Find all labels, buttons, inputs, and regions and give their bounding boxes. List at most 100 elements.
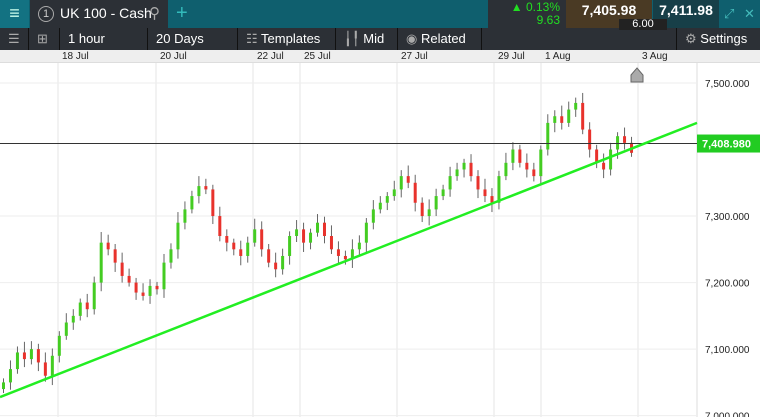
candle-body	[218, 216, 222, 237]
date-tick: 22 Jul	[257, 51, 284, 62]
candle-body	[434, 196, 438, 210]
date-axis: 18 Jul 20 Jul 22 Jul 25 Jul 27 Jul 29 Jul 1 Au…	[0, 50, 760, 63]
candle-body	[120, 262, 124, 276]
candle-body	[567, 109, 571, 123]
date-tick: 18 Jul	[62, 51, 89, 62]
candle-body	[239, 249, 243, 256]
scroll-marker-icon	[630, 67, 644, 83]
candles-icon: ╽╿	[344, 31, 360, 46]
related-button[interactable]: ◉ Related	[398, 28, 482, 50]
candle-body	[406, 176, 410, 183]
candle-body	[106, 242, 110, 250]
candle-body	[134, 282, 138, 293]
price-chart[interactable]: 7,500.000 7,300.000 7,200.000 7,100.000 7,00…	[0, 63, 760, 417]
candle-body	[85, 302, 89, 310]
close-icon[interactable]: ✕	[744, 6, 755, 21]
candle-body	[329, 236, 333, 250]
candle-body	[64, 322, 68, 336]
candle-body	[162, 262, 166, 290]
candle-body	[553, 116, 557, 123]
candle-body	[302, 229, 306, 243]
search-icon[interactable]: ⚲	[149, 0, 160, 27]
candle-body	[357, 242, 361, 250]
candle-body	[602, 162, 606, 170]
candle-body	[490, 196, 494, 203]
settings-label: Settings	[700, 31, 748, 46]
trendline	[0, 121, 698, 399]
candle-body	[413, 182, 417, 203]
price-tick: 7,100.000	[705, 345, 750, 356]
top-bar: ≡ 1 UK 100 - Cash ⚲ + ▲ 0.13% 9.63 7,405.9…	[0, 0, 760, 30]
candle-body	[469, 162, 473, 177]
layout-icon[interactable]: ⊞	[29, 28, 60, 50]
candle-body	[141, 292, 145, 296]
candle-body	[309, 232, 313, 243]
price-type-button[interactable]: ╽╿ Mid	[336, 28, 398, 50]
price-tick: 7,500.000	[705, 79, 750, 90]
candle-body	[43, 362, 47, 376]
candle-body	[190, 196, 194, 210]
candle-body	[15, 352, 19, 370]
candle-body	[148, 285, 152, 296]
candle-body	[267, 249, 271, 263]
candle-body	[246, 242, 250, 256]
tab-title: UK 100 - Cash	[60, 5, 152, 21]
candle-body	[113, 249, 117, 263]
candle-body	[78, 302, 82, 316]
sliders-icon: ☷	[246, 31, 258, 46]
candle-body	[29, 349, 33, 360]
candle-body	[483, 189, 487, 197]
candle-body	[232, 242, 236, 250]
candle-body	[525, 162, 529, 170]
candle-body	[504, 162, 508, 177]
date-tick: 25 Jul	[304, 51, 331, 62]
date-tick: 3 Aug	[642, 51, 668, 62]
candle-body	[448, 176, 452, 190]
hamburger-icon[interactable]: ≡	[0, 0, 29, 28]
current-price-label: 7,408.980	[702, 139, 751, 151]
date-tick: 29 Jul	[498, 51, 525, 62]
candle-body	[316, 222, 320, 233]
tab-number: 1	[38, 6, 54, 22]
candle-body	[8, 369, 12, 383]
candle-body	[399, 176, 403, 190]
add-tab-icon[interactable]: +	[176, 0, 188, 27]
candle-body	[253, 229, 257, 243]
range-select[interactable]: 20 Days	[148, 28, 238, 50]
candle-body	[336, 249, 340, 256]
list-icon[interactable]: ☰	[0, 28, 29, 50]
related-label: Related	[420, 31, 466, 46]
candle-body	[22, 352, 26, 360]
templates-button[interactable]: ☷ Templates	[238, 28, 336, 50]
change-points: 9.63	[536, 13, 560, 27]
expand-icon[interactable]: ⤢	[724, 6, 734, 21]
candle-body	[441, 189, 445, 197]
candle-body	[539, 149, 543, 177]
candle-body	[392, 189, 396, 197]
candle-body	[476, 176, 480, 190]
candle-body	[427, 209, 431, 217]
candle-body	[260, 229, 264, 250]
settings-button[interactable]: ⚙ Settings	[676, 28, 760, 50]
candle-body	[581, 102, 585, 130]
candle-body	[574, 102, 578, 110]
chart-toolbar: ☰ ⊞ 1 hour 20 Days ☷ Templates ╽╿ Mid ◉ …	[0, 28, 760, 50]
candle-body	[281, 255, 285, 270]
candle-body	[50, 355, 54, 376]
candle-body	[92, 282, 96, 310]
candle-body	[385, 196, 389, 203]
candle-body	[518, 149, 522, 163]
instrument-tab[interactable]: 1 UK 100 - Cash ⚲	[30, 0, 168, 28]
candle-body	[127, 275, 131, 283]
date-tick: 20 Jul	[160, 51, 187, 62]
price-type-label: Mid	[363, 31, 385, 46]
candle-body	[274, 262, 278, 270]
candle-body	[295, 229, 299, 237]
candle-body	[176, 222, 180, 250]
interval-select[interactable]: 1 hour	[60, 28, 148, 50]
candle-body	[560, 116, 564, 123]
candle-body	[99, 242, 103, 283]
candle-body	[462, 162, 466, 170]
candle-body	[609, 149, 613, 170]
date-tick: 1 Aug	[545, 51, 571, 62]
